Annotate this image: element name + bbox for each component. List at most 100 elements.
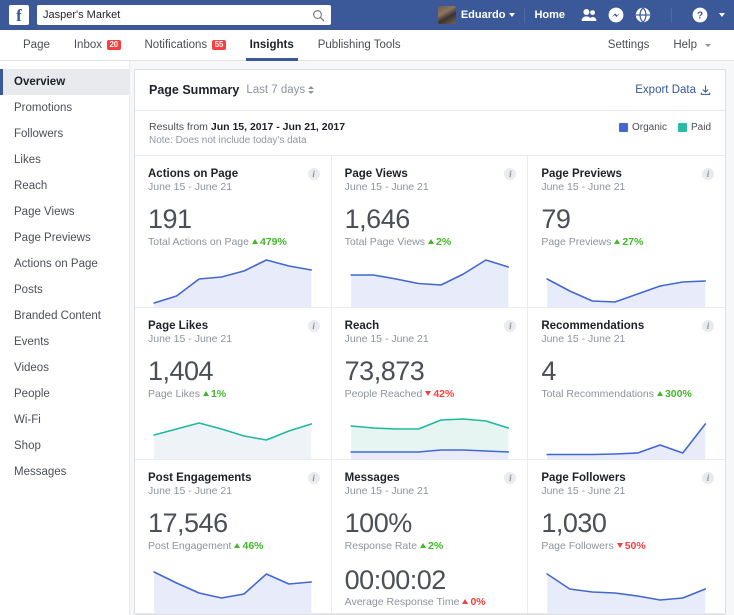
card-subtitle: June 15 - June 21	[541, 333, 712, 345]
sidebar-item-label: Overview	[14, 76, 65, 88]
sidebar-item-events[interactable]: Events	[0, 329, 129, 355]
sidebar-item-overview[interactable]: Overview	[0, 69, 129, 95]
tab-help[interactable]: Help	[661, 30, 723, 60]
top-bar-icon-group: ?	[581, 7, 725, 23]
global-top-bar: f Eduardo Home	[0, 0, 734, 30]
sparkline-chart	[147, 251, 317, 307]
panel-header: Page Summary Last 7 days Export Data	[135, 70, 725, 111]
arrow-down-icon	[425, 391, 431, 396]
metric-card-page-followers[interactable]: i Page Followers June 15 - June 21 1,030…	[528, 460, 725, 614]
info-icon[interactable]: i	[702, 320, 714, 332]
sidebar-item-reach[interactable]: Reach	[0, 173, 129, 199]
metric-card-reach[interactable]: i Reach June 15 - June 21 73,873 People …	[332, 308, 529, 460]
stat-value: 1,646	[345, 205, 515, 233]
account-chevron-icon[interactable]	[719, 13, 725, 17]
divider	[671, 8, 672, 23]
sparkline-chart	[540, 557, 711, 613]
sidebar-item-actions-on-page[interactable]: Actions on Page	[0, 251, 129, 277]
tab-label: Inbox	[74, 39, 102, 51]
sidebar-item-messages[interactable]: Messages	[0, 459, 129, 485]
sidebar-item-page-views[interactable]: Page Views	[0, 199, 129, 225]
tab-label: Page	[23, 39, 50, 51]
stat-label-text: Average Response Time	[345, 596, 460, 608]
export-data-button[interactable]: Export Data	[635, 84, 711, 96]
stat-label-text: Post Engagement	[148, 540, 231, 552]
card-title: Actions on Page	[148, 168, 318, 180]
page-body: Overview Promotions Followers Likes Reac…	[0, 61, 734, 615]
card-title: Recommendations	[541, 320, 712, 332]
account-menu[interactable]: Eduardo	[461, 9, 516, 21]
delta-indicator: 50%	[617, 540, 646, 552]
stat-label-text: Page Previews	[541, 236, 611, 248]
metric-card-actions-on-page[interactable]: i Actions on Page June 15 - June 21 191 …	[135, 156, 332, 308]
sidebar-item-page-previews[interactable]: Page Previews	[0, 225, 129, 251]
sidebar-item-promotions[interactable]: Promotions	[0, 95, 129, 121]
delta-value: 46%	[242, 540, 263, 552]
delta-indicator: 27%	[614, 236, 643, 248]
metric-card-page-likes[interactable]: i Page Likes June 15 - June 21 1,404 Pag…	[135, 308, 332, 460]
delta-indicator: 0%	[462, 596, 485, 608]
delta-value: 2%	[428, 540, 443, 552]
chevron-down-icon	[509, 13, 515, 17]
info-icon[interactable]: i	[308, 168, 320, 180]
friend-requests-icon[interactable]	[581, 7, 597, 23]
info-icon[interactable]: i	[702, 168, 714, 180]
info-icon[interactable]: i	[504, 168, 516, 180]
delta-value: 42%	[433, 388, 454, 400]
sidebar-item-branded-content[interactable]: Branded Content	[0, 303, 129, 329]
sidebar-item-shop[interactable]: Shop	[0, 433, 129, 459]
stat-label: Page Previews 27%	[541, 236, 712, 248]
delta-indicator: 1%	[203, 388, 226, 400]
home-link[interactable]: Home	[534, 9, 565, 21]
search-icon[interactable]	[312, 9, 325, 22]
stat-label: Response Rate 2%	[345, 540, 515, 552]
sidebar-item-posts[interactable]: Posts	[0, 277, 129, 303]
insights-sidebar: Overview Promotions Followers Likes Reac…	[0, 61, 130, 615]
metric-card-post-engagements[interactable]: i Post Engagements June 15 - June 21 17,…	[135, 460, 332, 614]
stat-block: 17,546 Post Engagement 46%	[148, 509, 318, 551]
card-subtitle: June 15 - June 21	[541, 485, 712, 497]
tab-insights[interactable]: Insights	[238, 30, 306, 60]
facebook-logo-icon[interactable]: f	[9, 5, 29, 25]
sparkline-chart	[147, 403, 317, 459]
sidebar-item-likes[interactable]: Likes	[0, 147, 129, 173]
help-icon[interactable]: ?	[692, 7, 708, 23]
tab-label: Settings	[608, 39, 650, 51]
info-icon[interactable]: i	[504, 472, 516, 484]
tab-inbox[interactable]: Inbox 20	[62, 30, 133, 60]
date-range-picker[interactable]: Last 7 days	[246, 84, 314, 96]
sidebar-item-people[interactable]: People	[0, 381, 129, 407]
sidebar-item-label: Likes	[14, 154, 41, 166]
tab-page[interactable]: Page	[11, 30, 62, 60]
stat-value: 1,404	[148, 357, 318, 385]
tab-notifications[interactable]: Notifications 55	[133, 30, 238, 60]
metric-card-messages[interactable]: i Messages June 15 - June 21 100% Respon…	[332, 460, 529, 614]
search-box[interactable]	[37, 5, 331, 25]
sidebar-item-label: Posts	[14, 284, 43, 296]
arrow-up-icon	[428, 239, 434, 244]
info-icon[interactable]: i	[308, 320, 320, 332]
sidebar-item-label: Reach	[14, 180, 47, 192]
tab-publishing-tools[interactable]: Publishing Tools	[306, 30, 413, 60]
messenger-icon[interactable]	[608, 7, 624, 23]
info-icon[interactable]: i	[702, 472, 714, 484]
page-summary-panel: Page Summary Last 7 days Export Data R	[134, 69, 726, 615]
info-icon[interactable]: i	[308, 472, 320, 484]
metric-card-recommendations[interactable]: i Recommendations June 15 - June 21 4 To…	[528, 308, 725, 460]
sidebar-item-followers[interactable]: Followers	[0, 121, 129, 147]
stat-label: Post Engagement 46%	[148, 540, 318, 552]
search-input[interactable]	[43, 9, 312, 21]
results-range-text: Results from Jun 15, 2017 - Jun 21, 2017	[149, 120, 345, 134]
tab-settings[interactable]: Settings	[596, 30, 662, 60]
card-title: Post Engagements	[148, 472, 318, 484]
sidebar-item-videos[interactable]: Videos	[0, 355, 129, 381]
metric-card-page-views[interactable]: i Page Views June 15 - June 21 1,646 Tot…	[332, 156, 529, 308]
avatar[interactable]	[438, 6, 456, 24]
card-title: Page Likes	[148, 320, 318, 332]
metric-card-page-previews[interactable]: i Page Previews June 15 - June 21 79 Pag…	[528, 156, 725, 308]
globe-notifications-icon[interactable]	[635, 7, 651, 23]
card-title: Page Previews	[541, 168, 712, 180]
info-icon[interactable]: i	[504, 320, 516, 332]
delta-indicator: 479%	[252, 236, 287, 248]
sidebar-item-wifi[interactable]: Wi-Fi	[0, 407, 129, 433]
